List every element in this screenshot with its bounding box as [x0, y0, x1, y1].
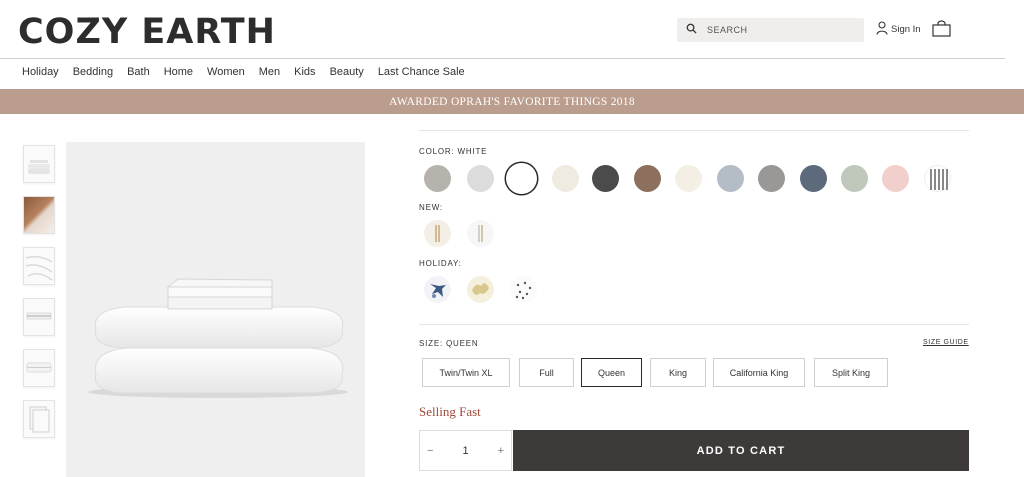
holiday-label: HOLIDAY:	[419, 259, 462, 268]
qty-value[interactable]: 1	[462, 445, 468, 457]
swatch-driftwood[interactable]	[634, 165, 661, 192]
swatch-cream[interactable]	[552, 165, 579, 192]
thumbnail-strip	[23, 145, 55, 451]
search-bar[interactable]	[677, 18, 864, 42]
size-label: SIZE: QUEEN	[419, 339, 479, 348]
nav-item-kids[interactable]: Kids	[294, 66, 315, 78]
section-divider	[419, 130, 969, 131]
cart-button[interactable]	[932, 20, 951, 42]
swatch-fog-blue[interactable]	[717, 165, 744, 192]
swatch-sage[interactable]	[841, 165, 868, 192]
swatch-pinstripe[interactable]	[924, 165, 951, 192]
selling-fast-status: Selling Fast	[419, 404, 481, 419]
nav-item-beauty[interactable]: Beauty	[330, 66, 364, 78]
new-label: NEW:	[419, 203, 443, 212]
swatch-light-grey[interactable]	[467, 165, 494, 192]
promo-banner: AWARDED OPRAH'S FAVORITE THINGS 2018	[0, 89, 1024, 114]
nav-item-women[interactable]: Women	[207, 66, 245, 78]
swatch-slate-blue[interactable]	[800, 165, 827, 192]
swatch-holiday-gold-pattern[interactable]	[467, 276, 494, 303]
nav-item-bedding[interactable]: Bedding	[73, 66, 113, 78]
shopping-bag-icon	[932, 20, 951, 41]
swatch-white[interactable]	[508, 165, 535, 192]
color-label: COLOR: WHITE	[419, 147, 488, 156]
thumbnail-lifestyle-photo[interactable]	[23, 196, 55, 234]
product-main-image[interactable]	[66, 142, 365, 477]
quantity-stepper: − 1 +	[419, 430, 512, 471]
swatch-pewter[interactable]	[758, 165, 785, 192]
size-option-twin-twin-xl[interactable]: Twin/Twin XL	[422, 358, 510, 387]
add-to-cart-button[interactable]: ADD TO CART	[513, 430, 969, 471]
site-logo[interactable]: COZY EARTH	[18, 12, 276, 52]
main-nav: Holiday Bedding Bath Home Women Men Kids Beauty…	[22, 66, 479, 78]
swatch-holiday-dots[interactable]	[510, 276, 537, 303]
thumbnail-pillowcase[interactable]	[23, 349, 55, 387]
banner-text: AWARDED OPRAH'S FAVORITE THINGS 2018	[389, 95, 635, 108]
qty-decrease-button[interactable]: −	[427, 445, 433, 457]
sign-in-link[interactable]: Sign In	[876, 21, 921, 38]
swatch-stone[interactable]	[424, 165, 451, 192]
size-guide-link[interactable]: SIZE GUIDE	[923, 339, 969, 346]
size-option-full[interactable]: Full	[519, 358, 574, 387]
swatch-new-tan-stripe[interactable]	[424, 220, 451, 247]
swatch-charcoal[interactable]	[592, 165, 619, 192]
search-icon	[686, 21, 697, 39]
nav-item-holiday[interactable]: Holiday	[22, 66, 59, 78]
nav-item-last-chance-sale[interactable]: Last Chance Sale	[378, 66, 465, 78]
swatch-new-grey-stripe[interactable]	[467, 220, 494, 247]
size-option-queen[interactable]: Queen	[581, 358, 642, 387]
thumbnail-sheet-stack[interactable]	[23, 145, 55, 183]
size-divider	[419, 324, 969, 325]
nav-item-home[interactable]: Home	[164, 66, 193, 78]
thumbnail-packaging[interactable]	[23, 400, 55, 438]
size-option-split-king[interactable]: Split King	[814, 358, 888, 387]
nav-item-bath[interactable]: Bath	[127, 66, 150, 78]
size-option-king[interactable]: King	[650, 358, 706, 387]
size-option-california-king[interactable]: California King	[713, 358, 805, 387]
search-input[interactable]	[707, 25, 847, 35]
nav-divider	[0, 58, 1005, 59]
sign-in-label: Sign In	[891, 24, 921, 35]
thumbnail-folded-sheet[interactable]	[23, 298, 55, 336]
thumbnail-sheet-texture[interactable]	[23, 247, 55, 285]
user-icon	[876, 21, 888, 38]
swatch-holiday-blue-floral[interactable]	[424, 276, 451, 303]
swatch-blush[interactable]	[882, 165, 909, 192]
nav-item-men[interactable]: Men	[259, 66, 280, 78]
swatch-ivory[interactable]	[675, 165, 702, 192]
qty-increase-button[interactable]: +	[498, 445, 504, 457]
